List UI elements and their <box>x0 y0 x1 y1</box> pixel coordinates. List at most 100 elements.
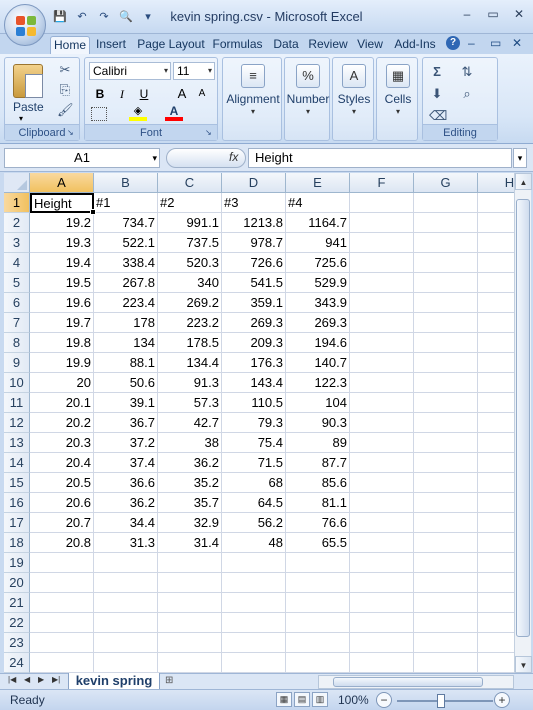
cell-c19[interactable] <box>158 553 222 573</box>
vertical-scrollbar[interactable]: ▲ ▼ <box>514 173 532 673</box>
cell-h6[interactable] <box>478 293 514 313</box>
tab-data[interactable]: Data <box>270 36 302 54</box>
paste-dropdown-icon[interactable]: ▾ <box>19 114 23 123</box>
insert-sheet-icon[interactable]: ⊞ <box>165 675 183 688</box>
font-size-combo[interactable]: 11 ▾ <box>173 62 215 80</box>
cell-e10[interactable]: 122.3 <box>286 373 350 393</box>
cell-f13[interactable] <box>350 433 414 453</box>
page-break-view-icon[interactable]: ▥ <box>312 692 328 707</box>
row-header-6[interactable]: 6 <box>4 293 30 313</box>
cell-f17[interactable] <box>350 513 414 533</box>
help-icon[interactable]: ? <box>446 36 460 50</box>
bold-button[interactable]: B <box>91 85 109 103</box>
cell-d17[interactable]: 56.2 <box>222 513 286 533</box>
cell-f7[interactable] <box>350 313 414 333</box>
cell-f19[interactable] <box>350 553 414 573</box>
cell-d2[interactable]: 1213.8 <box>222 213 286 233</box>
cell-c18[interactable]: 31.4 <box>158 533 222 553</box>
scroll-down-icon[interactable]: ▼ <box>515 656 532 673</box>
cell-f24[interactable] <box>350 653 414 673</box>
cell-e16[interactable]: 81.1 <box>286 493 350 513</box>
underline-button[interactable]: U <box>135 85 153 103</box>
cell-e17[interactable]: 76.6 <box>286 513 350 533</box>
cell-f14[interactable] <box>350 453 414 473</box>
format-painter-icon[interactable]: 🖌 <box>57 102 74 118</box>
cell-d5[interactable]: 541.5 <box>222 273 286 293</box>
font-name-combo[interactable]: Calibri ▾ <box>89 62 171 80</box>
cell-h21[interactable] <box>478 593 514 613</box>
row-header-22[interactable]: 22 <box>4 613 30 633</box>
row-header-7[interactable]: 7 <box>4 313 30 333</box>
cell-h7[interactable] <box>478 313 514 333</box>
cell-c4[interactable]: 520.3 <box>158 253 222 273</box>
cell-b21[interactable] <box>94 593 158 613</box>
cell-c22[interactable] <box>158 613 222 633</box>
cell-h4[interactable] <box>478 253 514 273</box>
cell-b9[interactable]: 88.1 <box>94 353 158 373</box>
last-sheet-icon[interactable]: ▶| <box>52 675 60 684</box>
cell-b14[interactable]: 37.4 <box>94 453 158 473</box>
cell-g18[interactable] <box>414 533 478 553</box>
row-header-5[interactable]: 5 <box>4 273 30 293</box>
cell-h5[interactable] <box>478 273 514 293</box>
cell-c12[interactable]: 42.7 <box>158 413 222 433</box>
cell-g7[interactable] <box>414 313 478 333</box>
row-header-12[interactable]: 12 <box>4 413 30 433</box>
cell-b22[interactable] <box>94 613 158 633</box>
office-button[interactable] <box>4 4 46 46</box>
cell-d10[interactable]: 143.4 <box>222 373 286 393</box>
cell-d20[interactable] <box>222 573 286 593</box>
cell-b11[interactable]: 39.1 <box>94 393 158 413</box>
ribbon-minimize-icon[interactable]: – <box>468 36 475 50</box>
cell-d19[interactable] <box>222 553 286 573</box>
row-header-19[interactable]: 19 <box>4 553 30 573</box>
ribbon-restore-icon[interactable]: ▭ <box>490 36 501 50</box>
cell-e11[interactable]: 104 <box>286 393 350 413</box>
cell-b8[interactable]: 134 <box>94 333 158 353</box>
zoom-slider-thumb[interactable] <box>437 694 445 708</box>
grow-font-button[interactable]: A <box>173 85 191 103</box>
page-layout-view-icon[interactable]: ▤ <box>294 692 310 707</box>
cell-g21[interactable] <box>414 593 478 613</box>
cell-d12[interactable]: 79.3 <box>222 413 286 433</box>
cell-a17[interactable]: 20.7 <box>30 513 94 533</box>
cell-e20[interactable] <box>286 573 350 593</box>
cell-e24[interactable] <box>286 653 350 673</box>
clear-icon[interactable]: ⌫ <box>429 108 447 124</box>
formula-input[interactable]: Height <box>248 148 512 168</box>
cell-b17[interactable]: 34.4 <box>94 513 158 533</box>
cell-d18[interactable]: 48 <box>222 533 286 553</box>
cell-d21[interactable] <box>222 593 286 613</box>
cell-h1[interactable] <box>478 193 514 213</box>
cell-a18[interactable]: 20.8 <box>30 533 94 553</box>
fill-icon[interactable]: ⬇ <box>429 86 445 102</box>
cell-d11[interactable]: 110.5 <box>222 393 286 413</box>
cell-g20[interactable] <box>414 573 478 593</box>
cell-d15[interactable]: 68 <box>222 473 286 493</box>
row-header-21[interactable]: 21 <box>4 593 30 613</box>
vertical-scroll-thumb[interactable] <box>516 199 530 637</box>
cell-h13[interactable] <box>478 433 514 453</box>
cell-f5[interactable] <box>350 273 414 293</box>
cell-b1[interactable]: #1 <box>94 193 158 213</box>
row-header-20[interactable]: 20 <box>4 573 30 593</box>
cell-f23[interactable] <box>350 633 414 653</box>
cell-c5[interactable]: 340 <box>158 273 222 293</box>
cell-d1[interactable]: #3 <box>222 193 286 213</box>
autosum-icon[interactable]: Σ <box>429 64 445 80</box>
cell-b3[interactable]: 522.1 <box>94 233 158 253</box>
cell-h24[interactable] <box>478 653 514 673</box>
row-header-10[interactable]: 10 <box>4 373 30 393</box>
cell-e23[interactable] <box>286 633 350 653</box>
paste-icon[interactable] <box>13 64 43 98</box>
tab-page-layout[interactable]: Page Layout <box>135 36 207 54</box>
cell-f2[interactable] <box>350 213 414 233</box>
cell-e5[interactable]: 529.9 <box>286 273 350 293</box>
cell-d16[interactable]: 64.5 <box>222 493 286 513</box>
cell-b20[interactable] <box>94 573 158 593</box>
cell-g1[interactable] <box>414 193 478 213</box>
cell-b19[interactable] <box>94 553 158 573</box>
cell-c3[interactable]: 737.5 <box>158 233 222 253</box>
row-header-9[interactable]: 9 <box>4 353 30 373</box>
cell-h2[interactable] <box>478 213 514 233</box>
